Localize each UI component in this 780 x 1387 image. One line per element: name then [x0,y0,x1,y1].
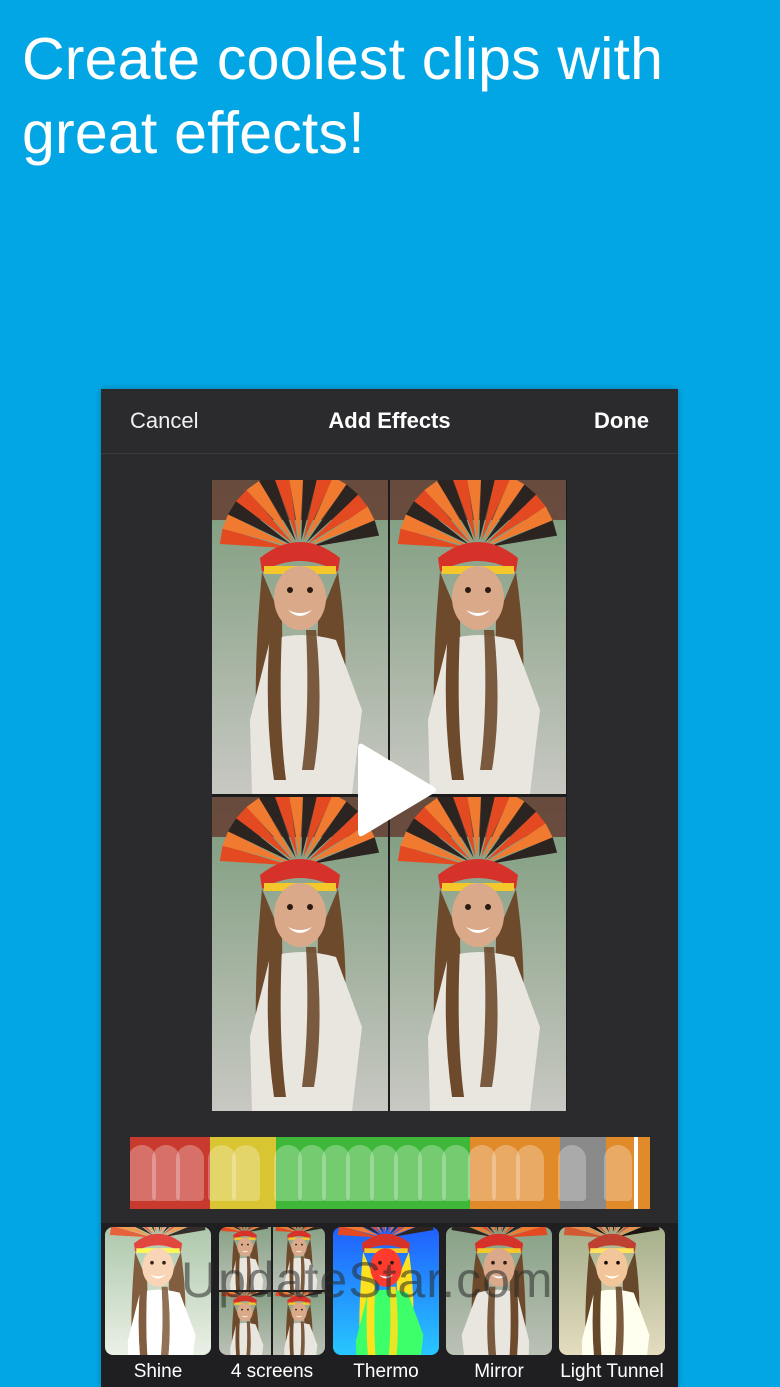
effects-bar: Shine 4 screens Thermo Mirror Light Tunnel [101,1223,678,1387]
timeline-segment [604,1137,650,1209]
effect-item[interactable]: Mirror [446,1227,552,1383]
playhead[interactable] [634,1137,638,1209]
effect-label: Thermo [353,1361,419,1382]
effect-thumbnail [446,1227,552,1355]
girl-photo [273,1227,325,1290]
headline: Create coolest clips with great effects! [22,22,762,170]
girl-photo [219,1227,271,1290]
effect-thumbnail [105,1227,211,1355]
effect-item[interactable]: Light Tunnel [559,1227,665,1383]
timeline-frame [232,1145,260,1201]
clip-timeline[interactable] [130,1137,650,1209]
timeline-frame [442,1145,470,1201]
girl-photo [219,1292,271,1355]
timeline-frame [176,1145,204,1201]
done-button[interactable]: Done [594,407,649,435]
timeline-frame [516,1145,544,1201]
timeline-segment [558,1137,606,1209]
effect-label: 4 screens [230,1361,314,1382]
girl-photo [559,1227,665,1355]
timeline-segment [130,1137,210,1209]
timeline-frame [558,1145,586,1201]
effect-label: Light Tunnel [560,1361,664,1382]
effect-label: Shine [133,1361,183,1382]
girl-photo [446,1227,552,1355]
headline-line-2: great effects! [22,100,365,166]
girl-photo [105,1227,211,1355]
phone-screen: Add Effects Cancel Done Shine 4 screens Th… [101,389,678,1387]
effect-thumbnail [219,1227,325,1355]
play-icon[interactable] [338,735,448,845]
effect-item[interactable]: Shine [105,1227,211,1383]
girl-photo [273,1292,325,1355]
effect-label: Mirror [474,1361,524,1382]
navigation-bar: Add Effects Cancel Done [101,389,678,454]
timeline-segment [468,1137,560,1209]
video-preview[interactable] [212,480,567,1111]
timeline-segment [208,1137,276,1209]
timeline-frame [604,1145,632,1201]
effect-thumbnail [333,1227,439,1355]
effect-item[interactable]: Thermo [333,1227,439,1383]
effect-item[interactable]: 4 screens [219,1227,325,1383]
cancel-button[interactable]: Cancel [130,407,198,435]
girl-photo [333,1227,439,1355]
effect-thumbnail [559,1227,665,1355]
timeline-segment [274,1137,470,1209]
headline-line-1: Create coolest clips with [22,26,664,92]
